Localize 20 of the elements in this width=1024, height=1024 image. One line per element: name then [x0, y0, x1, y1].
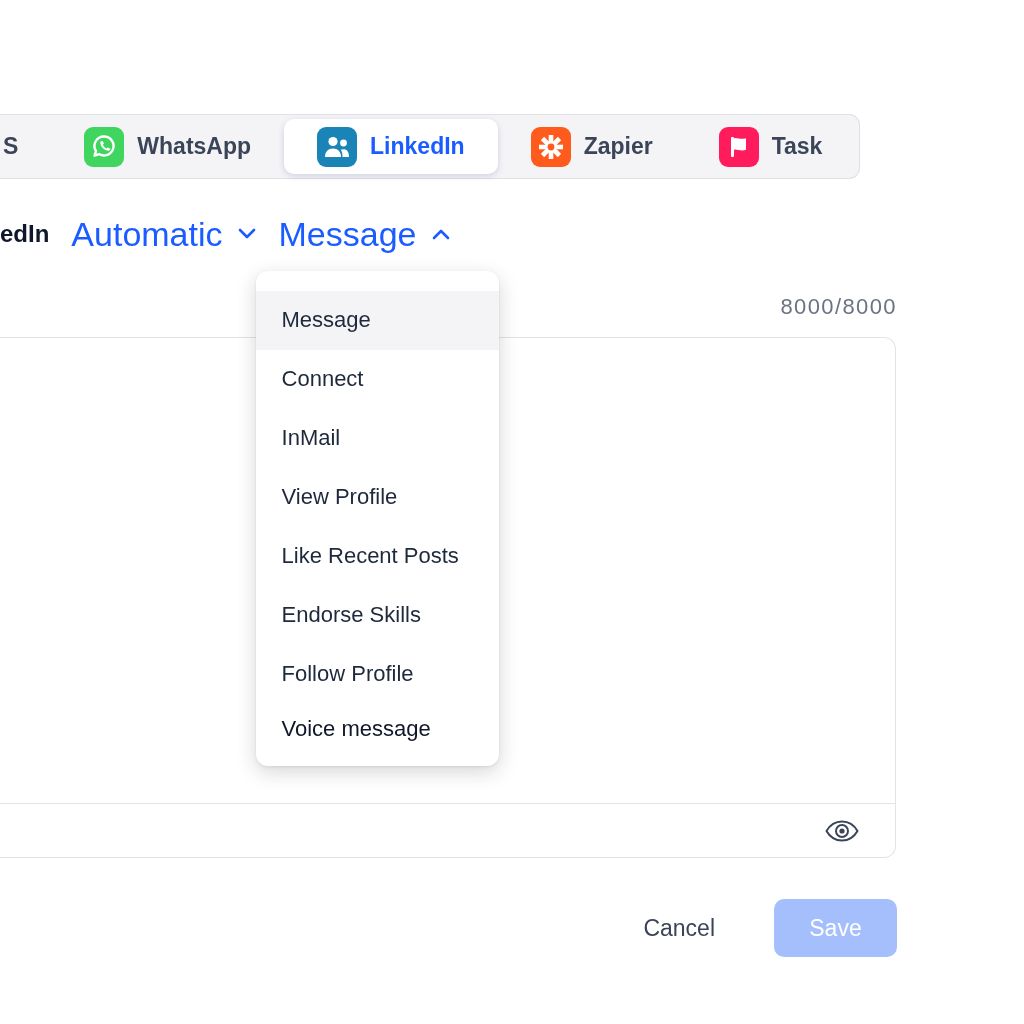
menu-item[interactable]: Like Recent Posts	[255, 526, 499, 586]
cancel-button[interactable]: Cancel	[643, 914, 715, 942]
channel-tab[interactable]: LinkedIn	[284, 119, 498, 174]
menu-item[interactable]: Connect	[255, 349, 499, 409]
heading-title: edIn	[0, 220, 50, 248]
eye-icon[interactable]	[825, 819, 859, 842]
channel-tab[interactable]: S	[0, 119, 52, 174]
channel-tab[interactable]: Task	[685, 119, 856, 174]
menu-item[interactable]: View Profile	[255, 467, 499, 527]
message-input-field[interactable]	[0, 337, 896, 858]
menu-item[interactable]: InMail	[255, 408, 499, 468]
channel-tab[interactable]: WhatsApp	[51, 119, 285, 174]
menu-item[interactable]: Endorse Skills	[255, 585, 499, 645]
select-dropdown[interactable]: Message	[278, 214, 451, 254]
menu-item[interactable]: Follow Profile	[255, 644, 499, 704]
select-dropdown[interactable]: Automatic	[71, 214, 257, 254]
channel-tab[interactable]: Zapier	[497, 119, 686, 174]
menu-item[interactable]: Voice message	[255, 703, 499, 754]
menu-item[interactable]: Message	[255, 290, 499, 350]
character-counter: 8000/8000	[780, 294, 897, 320]
